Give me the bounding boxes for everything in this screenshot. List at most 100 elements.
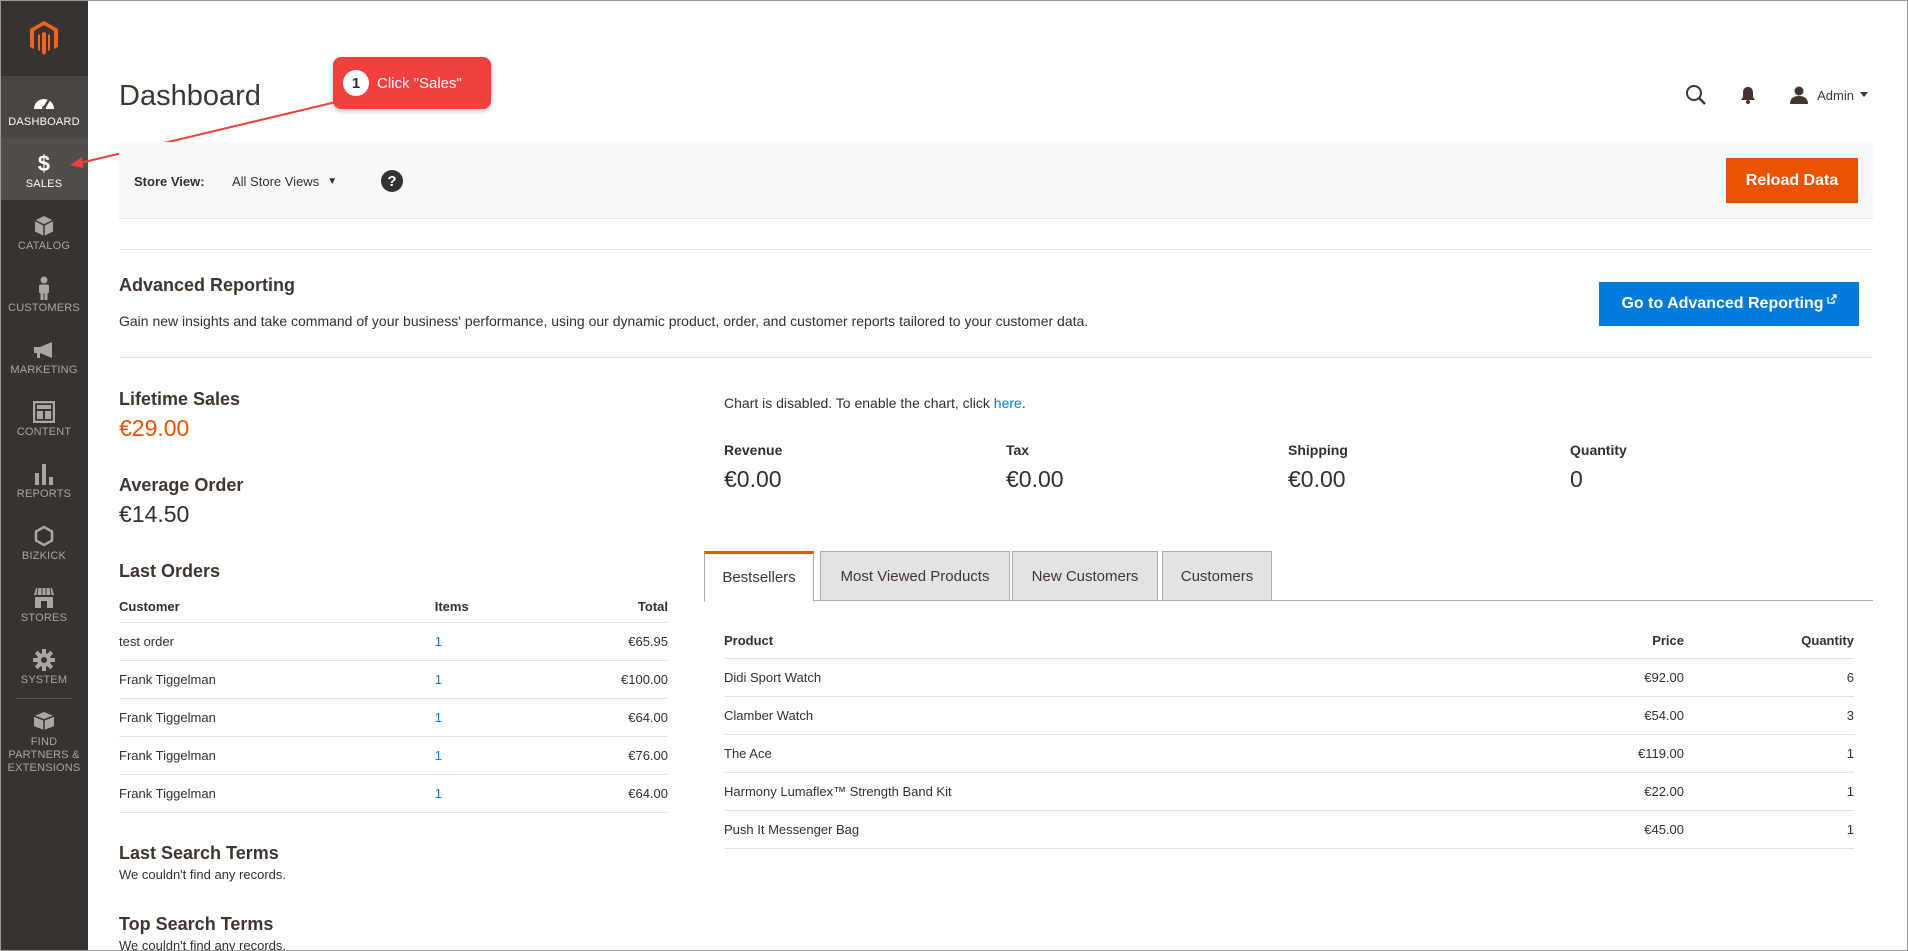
page-title: Dashboard [119, 80, 261, 112]
sidebar-item-sales[interactable]: $ SALES [0, 138, 88, 200]
column-header: Items [434, 591, 515, 623]
tutorial-callout: 1 Click "Sales" [333, 57, 491, 109]
admin-username: Admin [1817, 87, 1854, 103]
sidebar-item-label: BIZKICK [21, 550, 67, 562]
sidebar-item-find-partners[interactable]: FIND PARTNERS & EXTENSIONS [0, 696, 88, 774]
order-total: €76.00 [514, 736, 668, 775]
table-row[interactable]: Frank Tiggelman 1 €64.00 [119, 698, 668, 737]
order-total: €100.00 [514, 660, 668, 699]
total-label: Quantity [1570, 442, 1627, 458]
total-value: €0.00 [1006, 466, 1064, 492]
table-row[interactable]: Frank Tiggelman 1 €76.00 [119, 736, 668, 775]
total-label: Tax [1006, 442, 1030, 458]
order-total: €65.95 [514, 622, 668, 661]
tab-customers[interactable]: Customers [1162, 551, 1272, 601]
total-value: €0.00 [724, 466, 782, 492]
sidebar-item-label: REPORTS [16, 488, 72, 500]
sidebar-item-bizkick[interactable]: BIZKICK [0, 510, 88, 572]
product-quantity: 3 [1684, 696, 1854, 735]
product-price: €54.00 [1524, 696, 1684, 735]
sidebar-item-content[interactable]: CONTENT [0, 386, 88, 448]
product-name: Harmony Lumaflex™ Strength Band Kit [724, 772, 1524, 811]
table-row[interactable]: test order 1 €65.95 [119, 622, 668, 661]
sidebar-item-catalog[interactable]: CATALOG [0, 200, 88, 262]
average-order-value: €14.50 [119, 501, 190, 527]
step-number: 1 [343, 70, 369, 96]
help-icon[interactable]: ? [381, 170, 403, 192]
sidebar-item-label: SYSTEM [20, 674, 68, 686]
sidebar-item-reports[interactable]: REPORTS [0, 448, 88, 510]
sidebar-item-customers[interactable]: CUSTOMERS [0, 262, 88, 324]
advanced-reporting-title: Advanced Reporting [119, 275, 296, 295]
storefront-icon [0, 585, 88, 611]
chart-disabled-note: Chart is disabled. To enable the chart, … [724, 395, 1026, 411]
divider [119, 249, 1873, 250]
order-items: 1 [434, 774, 515, 813]
sidebar-item-label: CATALOG [17, 240, 71, 252]
go-to-advanced-reporting-button[interactable]: Go to Advanced Reporting [1599, 282, 1859, 326]
totals-summary: Revenue €0.00 Tax €0.00 Shipping €0.00 Q… [724, 442, 1854, 492]
table-row[interactable]: Push It Messenger Bag €45.00 1 [724, 810, 1854, 849]
enable-chart-link[interactable]: here [994, 395, 1022, 411]
advanced-reporting-button-label: Go to Advanced Reporting [1621, 295, 1824, 312]
total-label: Shipping [1288, 442, 1348, 458]
search-icon[interactable] [1681, 80, 1711, 110]
sidebar-item-system[interactable]: SYSTEM [0, 634, 88, 696]
sidebar-item-marketing[interactable]: MARKETING [0, 324, 88, 386]
table-row[interactable]: Frank Tiggelman 1 €64.00 [119, 774, 668, 813]
dashboard-icon [0, 89, 88, 115]
bell-icon[interactable] [1733, 80, 1763, 110]
sidebar-item-label: SALES [25, 178, 63, 190]
product-quantity: 6 [1684, 658, 1854, 697]
total-quantity: Quantity 0 [1570, 442, 1627, 493]
total-shipping: Shipping €0.00 [1288, 442, 1348, 493]
product-price: €119.00 [1524, 734, 1684, 773]
dashboard-tabs: Bestsellers Most Viewed Products New Cus… [704, 551, 1873, 602]
table-row[interactable]: Clamber Watch €54.00 3 [724, 696, 1854, 735]
tab-new-customers[interactable]: New Customers [1012, 551, 1158, 601]
order-items: 1 [434, 698, 515, 737]
bestsellers-table: Product Price Quantity Didi Sport Watch … [724, 623, 1854, 849]
divider [119, 357, 1873, 358]
sidebar-item-stores[interactable]: STORES [0, 572, 88, 634]
admin-sidebar: DASHBOARD $ SALES CATALOG CUSTOMERS MARK… [0, 0, 88, 951]
reload-data-button[interactable]: Reload Data [1726, 158, 1858, 203]
table-row[interactable]: Harmony Lumaflex™ Strength Band Kit €22.… [724, 772, 1854, 811]
tab-bestsellers[interactable]: Bestsellers [704, 551, 814, 602]
external-link-icon [1826, 293, 1837, 307]
total-value: €0.00 [1288, 466, 1346, 492]
order-items: 1 [434, 660, 515, 699]
admin-user-menu[interactable]: Admin [1789, 86, 1868, 104]
column-header: Product [724, 623, 1524, 659]
sidebar-item-label: DASHBOARD [8, 116, 80, 128]
table-row[interactable]: Frank Tiggelman 1 €100.00 [119, 660, 668, 699]
product-name: Didi Sport Watch [724, 658, 1524, 697]
top-search-empty-message: We couldn't find any records. [119, 938, 286, 951]
top-search-terms-title: Top Search Terms [119, 914, 274, 934]
tab-most-viewed-products[interactable]: Most Viewed Products [820, 551, 1010, 601]
column-header: Customer [119, 591, 435, 623]
sidebar-item-label: CONTENT [16, 426, 72, 438]
store-view-select[interactable]: All Store Views ▼ [232, 174, 337, 189]
last-orders-table: Customer Items Total test order 1 €65.95… [119, 591, 668, 813]
dollar-icon: $ [37, 151, 51, 176]
column-header: Total [514, 591, 668, 623]
sidebar-item-dashboard[interactable]: DASHBOARD [0, 76, 88, 138]
product-price: €22.00 [1524, 772, 1684, 811]
callout-text: Click "Sales" [377, 74, 462, 92]
caret-down-icon: ▼ [327, 176, 338, 187]
table-row[interactable]: The Ace €119.00 1 [724, 734, 1854, 773]
magento-logo-icon[interactable] [0, 0, 88, 75]
order-total: €64.00 [514, 774, 668, 813]
hexagon-icon [0, 523, 88, 549]
lifetime-sales-value: €29.00 [119, 415, 190, 441]
megaphone-icon [0, 337, 88, 363]
product-quantity: 1 [1684, 772, 1854, 811]
product-name: Push It Messenger Bag [724, 810, 1524, 849]
order-items: 1 [434, 736, 515, 775]
column-header: Quantity [1684, 623, 1854, 659]
table-row[interactable]: Didi Sport Watch €92.00 6 [724, 658, 1854, 697]
order-customer: test order [119, 622, 435, 661]
product-quantity: 1 [1684, 734, 1854, 773]
lifetime-sales-label: Lifetime Sales [119, 389, 241, 409]
